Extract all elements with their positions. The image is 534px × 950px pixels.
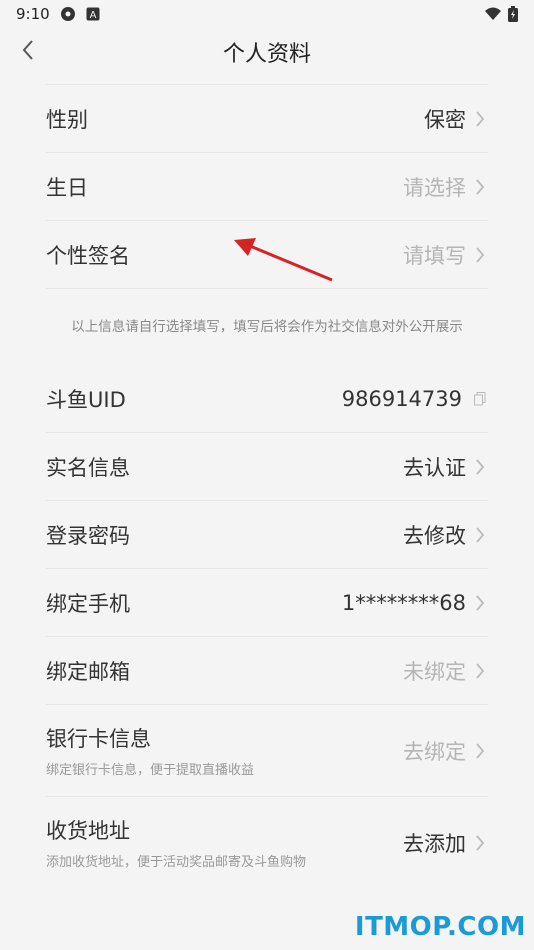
row-uid[interactable]: 斗鱼UID 986914739: [46, 365, 488, 433]
row-value-wrap: 去修改: [403, 520, 488, 550]
a-icon: A: [86, 7, 100, 21]
row-label: 登录密码: [46, 523, 130, 548]
chevron-right-icon: [472, 244, 488, 266]
privacy-note: 以上信息请自行选择填写，填写后将会作为社交信息对外公开展示: [71, 319, 463, 335]
settings-icon: [60, 6, 76, 22]
page-title: 个人资料: [222, 42, 311, 67]
row-label: 银行卡信息: [46, 727, 151, 751]
row-value: 请填写: [403, 243, 466, 268]
wifi-icon: [484, 7, 502, 21]
row-value-wrap: 请选择: [403, 172, 488, 202]
nav-bar: 个人资料: [0, 28, 534, 76]
row-real-name[interactable]: 实名信息 去认证: [46, 433, 488, 501]
row-value: 986914739: [341, 386, 462, 411]
svg-text:A: A: [89, 10, 96, 21]
chevron-right-icon: [472, 592, 488, 614]
row-label: 收货地址: [46, 819, 130, 843]
chevron-right-icon: [472, 108, 488, 130]
row-address[interactable]: 收货地址 添加收货地址，便于活动奖品邮寄及斗鱼购物 去添加: [46, 797, 488, 888]
row-sublabel: 绑定银行卡信息，便于提取直播收益: [46, 763, 255, 778]
row-value: 去修改: [403, 523, 466, 548]
chevron-right-icon: [472, 660, 488, 682]
watermark: ITMOP.COM: [354, 912, 526, 942]
account-section: 斗鱼UID 986914739 实名信息 去认证 登录密码 去修改 绑定手机 1…: [46, 365, 488, 888]
chevron-right-icon: [472, 176, 488, 198]
status-bar: 9:10 A: [0, 0, 534, 28]
row-value: 请选择: [403, 175, 466, 200]
row-value: 去绑定: [403, 739, 466, 764]
chevron-right-icon: [472, 832, 488, 854]
copy-icon[interactable]: [472, 391, 488, 407]
row-value-wrap: 去认证: [403, 452, 488, 482]
row-value: 未绑定: [403, 659, 466, 684]
row-bank-card[interactable]: 银行卡信息 绑定银行卡信息，便于提取直播收益 去绑定: [46, 705, 488, 797]
status-right: [484, 6, 518, 22]
back-button[interactable]: [14, 38, 42, 66]
row-value: 去添加: [403, 831, 466, 856]
row-value-wrap: 去绑定: [403, 736, 488, 766]
row-value-wrap: 去添加: [403, 828, 488, 858]
chevron-right-icon: [472, 740, 488, 762]
chevron-left-icon: [21, 39, 35, 65]
row-label: 生日: [46, 175, 88, 200]
row-value-wrap: 请填写: [403, 240, 488, 270]
row-value-wrap: 保密: [424, 104, 488, 134]
row-gender[interactable]: 性别 保密: [46, 85, 488, 153]
row-label: 斗鱼UID: [46, 387, 126, 412]
row-label: 绑定邮箱: [46, 659, 130, 684]
row-value-wrap: 986914739: [342, 387, 488, 411]
row-sublabel: 添加收货地址，便于活动奖品邮寄及斗鱼购物: [46, 855, 307, 870]
row-label: 实名信息: [46, 455, 130, 480]
row-email[interactable]: 绑定邮箱 未绑定: [46, 637, 488, 705]
chevron-right-icon: [472, 456, 488, 478]
row-left: 收货地址 添加收货地址，便于活动奖品邮寄及斗鱼购物: [46, 815, 306, 870]
row-label: 个性签名: [46, 243, 130, 268]
row-phone[interactable]: 绑定手机 1********68: [46, 569, 488, 637]
row-left: 银行卡信息 绑定银行卡信息，便于提取直播收益: [46, 723, 254, 778]
row-label: 性别: [46, 107, 88, 132]
row-label: 绑定手机: [46, 591, 130, 616]
row-value: 1********68: [341, 590, 466, 615]
row-signature[interactable]: 个性签名 请填写: [46, 221, 488, 289]
chevron-right-icon: [472, 524, 488, 546]
row-value: 保密: [424, 107, 466, 132]
profile-section: 性别 保密 生日 请选择 个性签名 请填写: [46, 85, 488, 289]
status-left: 9:10 A: [16, 5, 100, 23]
row-value-wrap: 1********68: [342, 591, 488, 615]
row-password[interactable]: 登录密码 去修改: [46, 501, 488, 569]
row-birthday[interactable]: 生日 请选择: [46, 153, 488, 221]
status-time: 9:10: [16, 5, 50, 23]
row-value: 去认证: [403, 455, 466, 480]
row-value-wrap: 未绑定: [403, 656, 488, 686]
battery-icon: [508, 6, 518, 22]
